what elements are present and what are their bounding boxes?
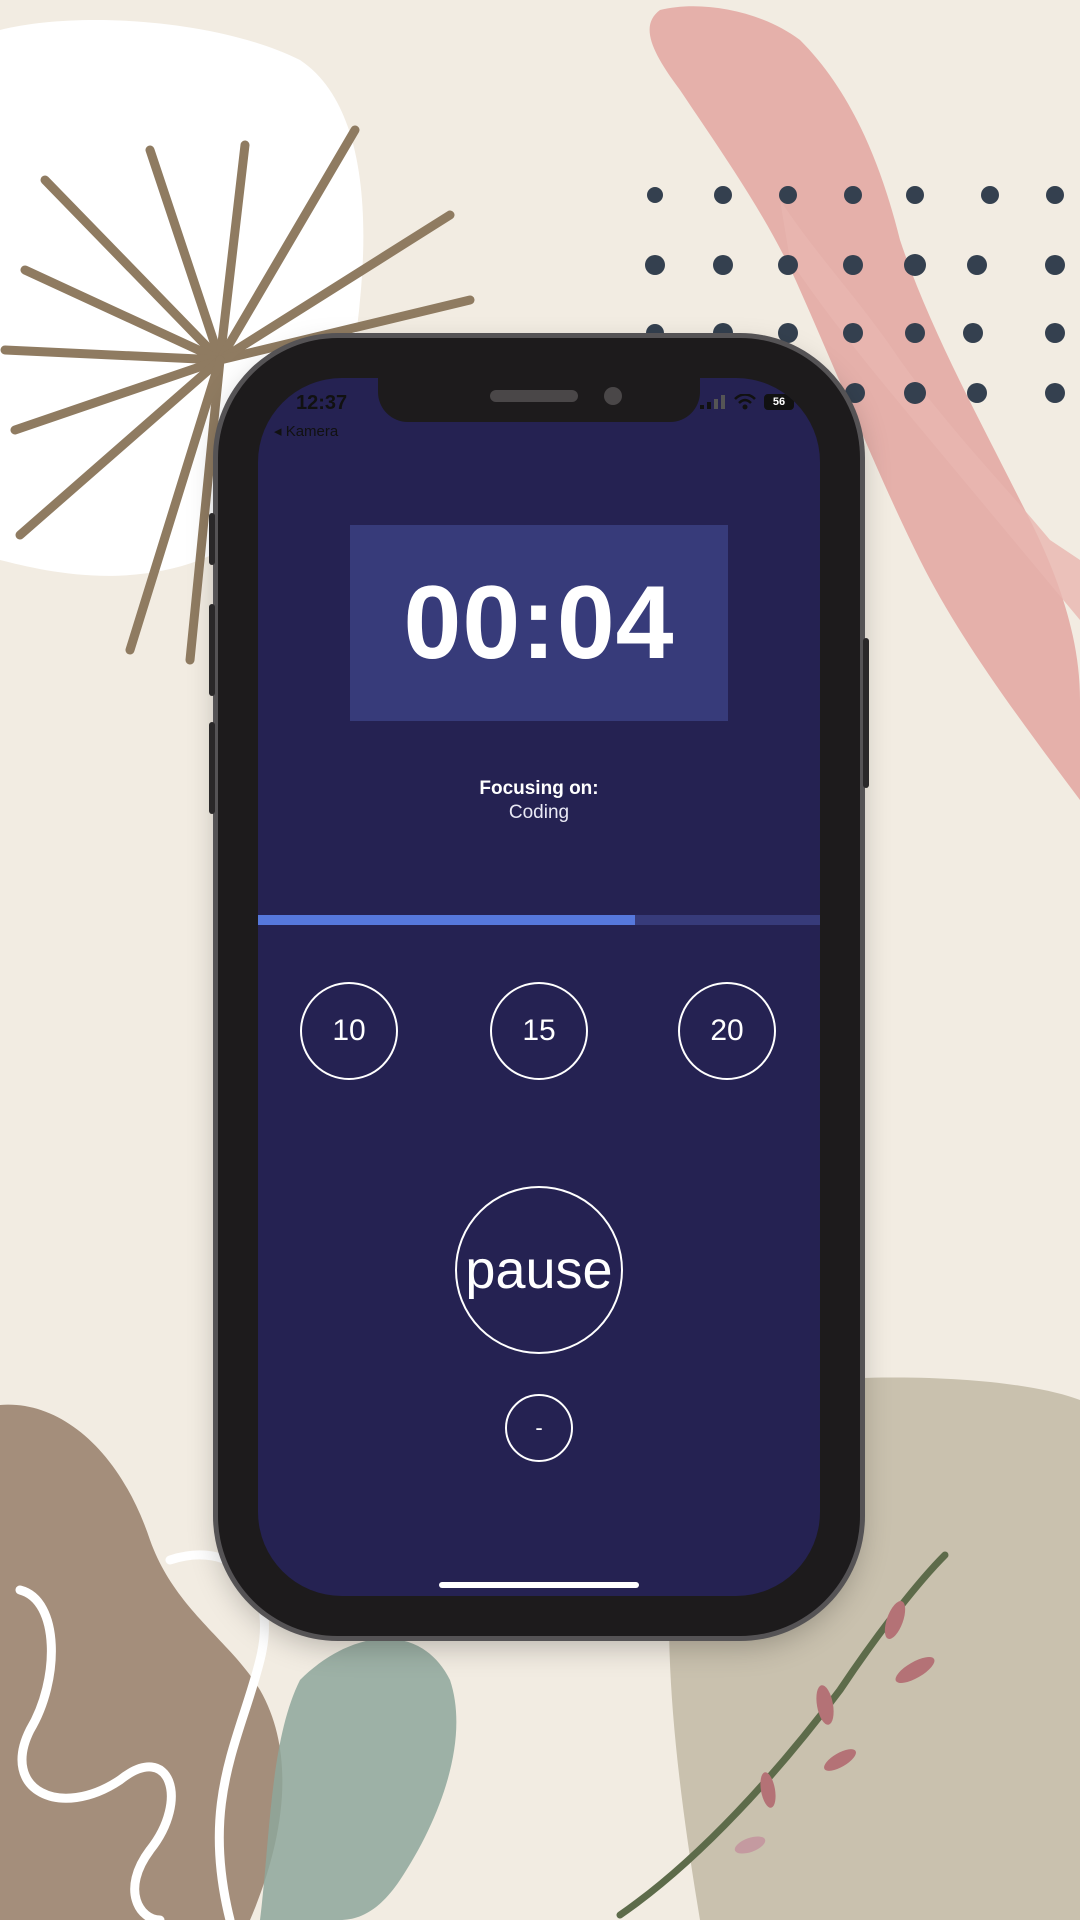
home-indicator[interactable]	[439, 1582, 639, 1588]
focus-label: Focusing on:	[479, 778, 599, 799]
progress-bar	[258, 915, 820, 925]
progress-fill	[258, 915, 635, 925]
back-to-camera-link[interactable]: ◂ Kamera	[274, 422, 338, 440]
timer-display: 00:04	[350, 525, 728, 721]
status-time: 12:37	[296, 392, 348, 414]
phone-frame: 12:37 ◂ Kamera 56 00:04 Focusing on: Cod…	[209, 338, 869, 1636]
pause-button[interactable]: pause	[455, 1186, 623, 1354]
silent-switch	[209, 513, 215, 565]
preset-20-button[interactable]: 20	[678, 982, 776, 1080]
preset-10-button[interactable]: 10	[300, 982, 398, 1080]
app-screen: 12:37 ◂ Kamera 56 00:04 Focusing on: Cod…	[258, 378, 820, 1596]
focus-task: Coding	[508, 802, 570, 823]
speaker-grille	[490, 390, 578, 402]
preset-15-button[interactable]: 15	[490, 982, 588, 1080]
battery-icon: 56	[764, 394, 794, 410]
status-icons: 56	[700, 394, 794, 410]
notch	[378, 378, 700, 422]
timer-text: 00:04	[403, 564, 675, 681]
minus-button[interactable]: -	[505, 1394, 573, 1462]
front-camera	[604, 387, 622, 405]
signal-icon	[700, 395, 725, 409]
power-button	[863, 638, 869, 788]
volume-up-button	[209, 604, 215, 696]
wifi-icon	[734, 394, 756, 410]
teal-watercolor	[260, 1638, 457, 1920]
volume-down-button	[209, 722, 215, 814]
